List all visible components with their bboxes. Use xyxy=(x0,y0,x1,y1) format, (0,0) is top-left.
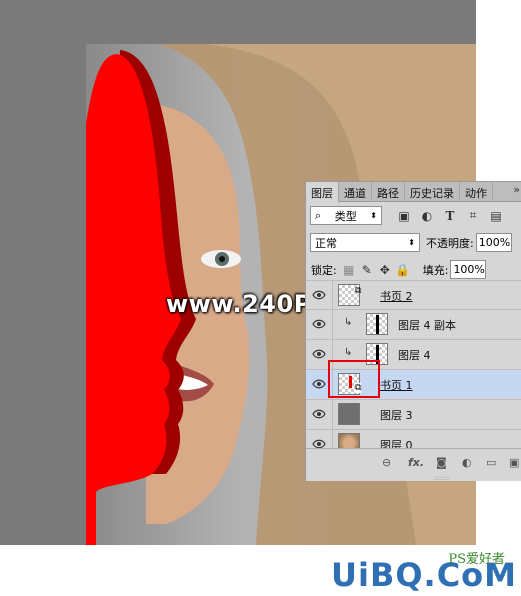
opacity-input[interactable]: 100% xyxy=(475,233,512,252)
clipping-arrow-icon: ↳ xyxy=(344,317,353,328)
logo-small-text: PS爱好者 xyxy=(448,552,505,567)
image-filter-icon[interactable]: ▣ xyxy=(396,208,412,224)
layers-panel: 图层 通道 路径 历史记录 动作 » ⌕ 类型 ⬍ ▣ ◐ T ⌗ ▤ 正常 ⬍ xyxy=(305,181,521,482)
tab-actions[interactable]: 动作 xyxy=(460,182,493,202)
fill-label: 填充: xyxy=(422,263,449,277)
layer-name[interactable]: 图层 4 副本 xyxy=(398,317,456,333)
visibility-eye-icon[interactable] xyxy=(312,379,326,389)
dropdown-arrow-icon: ⬍ xyxy=(370,211,377,220)
new-layer-icon[interactable]: ▣ xyxy=(509,456,519,469)
link-icon[interactable]: ⊖ xyxy=(382,456,391,469)
visibility-divider xyxy=(332,400,333,429)
visibility-eye-icon[interactable] xyxy=(312,319,326,329)
search-icon: ⌕ xyxy=(315,208,322,222)
layer-name[interactable]: 书页 2 xyxy=(380,288,413,304)
type-filter-icon[interactable]: T xyxy=(442,208,458,224)
visibility-eye-icon[interactable] xyxy=(312,290,326,300)
adjustment-filter-icon[interactable]: ◐ xyxy=(419,208,435,224)
lock-row: 锁定: ▦ ✎ ✥ 🔒 填充: 100% xyxy=(306,260,521,279)
lock-label: 锁定: xyxy=(311,263,337,277)
filter-row: ⌕ 类型 ⬍ ▣ ◐ T ⌗ ▤ xyxy=(306,206,521,225)
fx-icon[interactable]: fx. xyxy=(408,456,424,469)
smart-object-filter-icon[interactable]: ▤ xyxy=(488,208,504,224)
visibility-divider xyxy=(332,281,333,310)
photoshop-workspace: www.240PS.com 图层 通道 路径 历史记录 动作 » ⌕ 类型 ⬍ … xyxy=(0,0,521,596)
fill-input[interactable]: 100% xyxy=(450,260,487,279)
blend-mode-select[interactable]: 正常 ⬍ xyxy=(310,233,420,252)
layer-thumbnail xyxy=(366,313,388,335)
tab-layers[interactable]: 图层 xyxy=(306,182,339,203)
annotation-highlight-box xyxy=(328,360,380,398)
adjustment-icon[interactable]: ◐ xyxy=(462,456,472,469)
lock-transparent-icon[interactable]: ▦ xyxy=(341,262,357,278)
panel-more-button[interactable]: » xyxy=(513,183,520,196)
filter-kind-label: 类型 xyxy=(334,209,357,223)
blend-row: 正常 ⬍ 不透明度: 100% xyxy=(306,233,521,252)
panel-tabs: 图层 通道 路径 历史记录 动作 » xyxy=(306,182,521,203)
lock-move-icon[interactable]: ✥ xyxy=(377,262,393,278)
blend-mode-value: 正常 xyxy=(315,236,337,250)
lock-paint-icon[interactable]: ✎ xyxy=(359,262,375,278)
shape-filter-icon[interactable]: ⌗ xyxy=(465,208,481,224)
visibility-divider xyxy=(332,310,333,339)
dropdown-arrow-icon: ⬍ xyxy=(408,238,415,247)
resize-grip-icon[interactable]: :::::::: xyxy=(434,475,450,482)
tab-history[interactable]: 历史记录 xyxy=(405,182,460,202)
smart-object-icon: ⧉ xyxy=(355,286,362,296)
tab-paths[interactable]: 路径 xyxy=(372,182,405,202)
layer-name[interactable]: 图层 4 xyxy=(398,347,431,363)
opacity-label: 不透明度: xyxy=(426,236,474,250)
layer-name[interactable]: 书页 1 xyxy=(380,377,413,393)
visibility-eye-icon[interactable] xyxy=(312,349,326,359)
lock-all-icon[interactable]: 🔒 xyxy=(395,262,411,278)
site-logo-watermark: PS爱好者 UiBQ.CoM xyxy=(331,552,517,594)
layer-row[interactable]: ⧉ 书页 2 xyxy=(306,280,521,310)
visibility-eye-icon[interactable] xyxy=(312,409,326,419)
layer-row[interactable]: 图层 3 xyxy=(306,399,521,429)
layer-name[interactable]: 图层 3 xyxy=(380,407,413,423)
layer-thumbnail xyxy=(338,403,360,425)
mask-icon[interactable]: ◙ xyxy=(436,456,447,469)
clipping-arrow-icon: ↳ xyxy=(344,347,353,358)
group-icon[interactable]: ▭ xyxy=(486,456,496,469)
filter-kind-select[interactable]: ⌕ 类型 ⬍ xyxy=(310,206,382,225)
tab-channels[interactable]: 通道 xyxy=(339,182,372,202)
panel-footer: ⊖ fx. ◙ ◐ ▭ ▣ :::::::: xyxy=(306,448,521,482)
layer-row[interactable]: ↳ 图层 4 副本 xyxy=(306,309,521,339)
